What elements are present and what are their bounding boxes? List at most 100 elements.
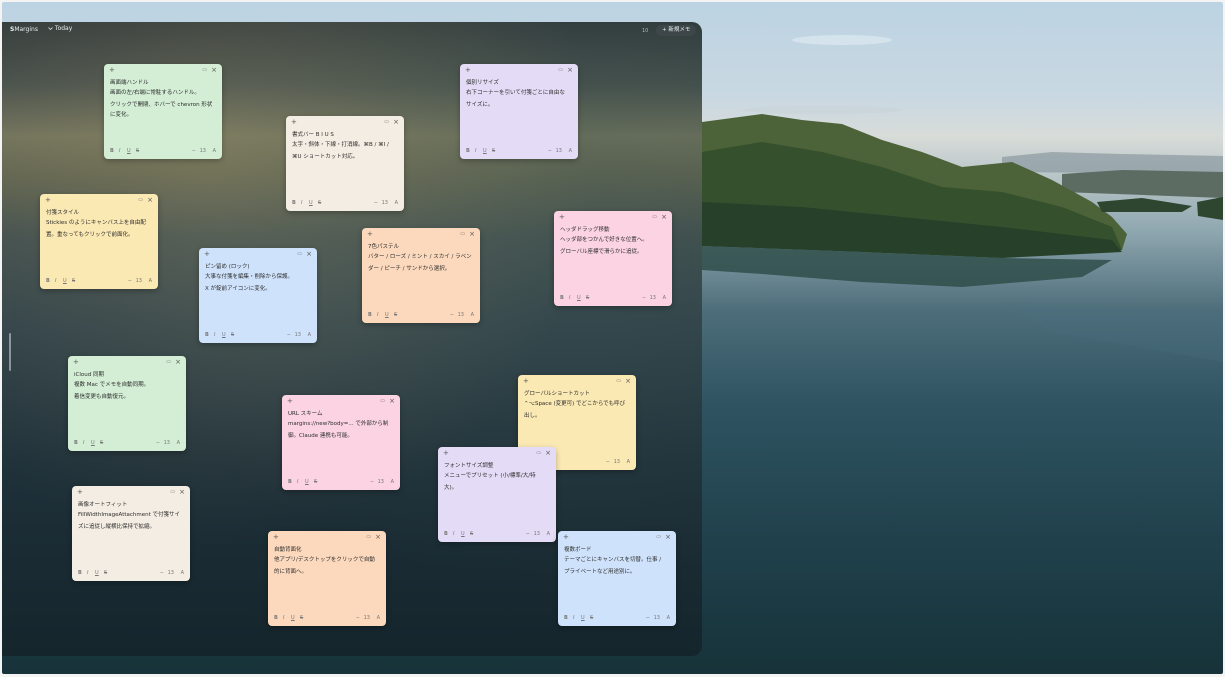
italic-button[interactable]: I — [301, 200, 302, 206]
edge-handle[interactable] — [9, 333, 11, 371]
note-body[interactable]: 書式バー B I U S 太字・斜体・下線・打消線。⌘B / ⌘I / ⌘U ショー… — [292, 131, 398, 163]
bold-button[interactable]: B — [46, 278, 50, 284]
note-body[interactable]: iCloud 同期 複数 Mac でメモを自動同期。 着信変更も自動復元。 — [74, 371, 180, 403]
underline-button[interactable]: U — [95, 570, 99, 576]
sticky-note[interactable]: + ▭ × フォントサイズ調整 メニューでプリセット (小/標準/大/特 大)。 B I U S −… — [438, 447, 556, 542]
sticky-note[interactable]: + ▭ × 7色パステル バター / ローズ / ミント / スカイ / ラベン ダー /… — [362, 228, 480, 323]
underline-button[interactable]: U — [91, 440, 95, 446]
italic-button[interactable]: I — [377, 312, 378, 318]
font-size-increase-button[interactable]: A — [663, 295, 666, 301]
strikethrough-button[interactable]: S — [470, 531, 473, 537]
add-note-icon[interactable]: + — [367, 230, 373, 238]
sticky-note[interactable]: + ▭ × 付箋スタイル Stickies のようにキャンバス上を自由配 置。重なってもク… — [40, 194, 158, 289]
strikethrough-button[interactable]: S — [300, 615, 303, 621]
underline-button[interactable]: U — [483, 148, 487, 154]
font-size-increase-button[interactable]: A — [308, 332, 311, 338]
underline-button[interactable]: U — [309, 200, 313, 206]
add-note-icon[interactable]: + — [73, 358, 79, 366]
pin-icon[interactable]: ▭ — [366, 534, 371, 540]
view-selector-button[interactable]: Today — [48, 25, 72, 32]
pin-icon[interactable]: ▭ — [536, 450, 541, 456]
underline-button[interactable]: U — [127, 148, 131, 154]
strikethrough-button[interactable]: S — [100, 440, 103, 446]
sticky-note[interactable]: + ▭ × iCloud 同期 複数 Mac でメモを自動同期。 着信変更も自動復元。 B I… — [68, 356, 186, 451]
close-icon[interactable]: × — [375, 533, 381, 541]
add-note-icon[interactable]: + — [523, 377, 529, 385]
font-size-decrease-button[interactable]: − — [642, 295, 646, 301]
sticky-note[interactable]: + ▭ × 自動背面化 他アプリ/デスクトップをクリックで自動 的に背面へ。 B I U S −13… — [268, 531, 386, 626]
add-note-icon[interactable]: + — [563, 533, 569, 541]
sticky-note[interactable]: + ▭ × 複数ボード テーマごとにキャンバスを切替。仕事 / プライベートなど用途別に。… — [558, 531, 676, 626]
bold-button[interactable]: B — [292, 200, 296, 206]
note-header[interactable]: + ▭ × — [554, 211, 672, 223]
close-icon[interactable]: × — [545, 449, 551, 457]
note-header[interactable]: + ▭ × — [438, 447, 556, 459]
pin-icon[interactable]: ▭ — [384, 119, 389, 125]
font-size-decrease-button[interactable]: − — [287, 332, 291, 338]
underline-button[interactable]: U — [305, 479, 309, 485]
font-size-decrease-button[interactable]: − — [192, 148, 196, 154]
font-size-increase-button[interactable]: A — [377, 615, 380, 621]
note-header[interactable]: + ▭ × — [518, 375, 636, 387]
sticky-note[interactable]: + ▭ × 個別リサイズ 右下コーナーを引いて付箋ごとに自由な サイズに。 B I U S −13 A — [460, 64, 578, 159]
italic-button[interactable]: I — [119, 148, 120, 154]
font-size-increase-button[interactable]: A — [667, 615, 670, 621]
font-size-increase-button[interactable]: A — [391, 479, 394, 485]
italic-button[interactable]: I — [453, 531, 454, 537]
font-size-increase-button[interactable]: A — [213, 148, 216, 154]
pin-icon[interactable]: ▭ — [656, 534, 661, 540]
close-icon[interactable]: × — [211, 66, 217, 74]
bold-button[interactable]: B — [560, 295, 564, 301]
strikethrough-button[interactable]: S — [104, 570, 107, 576]
add-note-icon[interactable]: + — [291, 118, 297, 126]
sticky-note[interactable]: + ▭ × 書式バー B I U S 太字・斜体・下線・打消線。⌘B / ⌘I / ⌘U … — [286, 116, 404, 211]
font-size-decrease-button[interactable]: − — [606, 459, 610, 465]
close-icon[interactable]: × — [306, 250, 312, 258]
close-icon[interactable]: × — [665, 533, 671, 541]
underline-button[interactable]: U — [577, 295, 581, 301]
font-size-increase-button[interactable]: A — [177, 440, 180, 446]
italic-button[interactable]: I — [475, 148, 476, 154]
note-body[interactable]: 個別リサイズ 右下コーナーを引いて付箋ごとに自由な サイズに。 — [466, 79, 572, 111]
close-icon[interactable]: × — [389, 397, 395, 405]
strikethrough-button[interactable]: S — [231, 332, 234, 338]
add-note-icon[interactable]: + — [559, 213, 565, 221]
add-note-icon[interactable]: + — [273, 533, 279, 541]
font-size-increase-button[interactable]: A — [627, 459, 630, 465]
font-size-decrease-button[interactable]: − — [128, 278, 132, 284]
note-body[interactable]: ピン留め (ロック) 大事な付箋を編集・削除から保護。 X が錠前アイコンに変化。 — [205, 263, 311, 295]
add-note-icon[interactable]: + — [287, 397, 293, 405]
add-note-icon[interactable]: + — [109, 66, 115, 74]
strikethrough-button[interactable]: S — [586, 295, 589, 301]
note-header[interactable]: + ▭ × — [558, 531, 676, 543]
bold-button[interactable]: B — [74, 440, 78, 446]
pin-icon[interactable]: ▭ — [166, 359, 171, 365]
strikethrough-button[interactable]: S — [590, 615, 593, 621]
font-size-increase-button[interactable]: A — [395, 200, 398, 206]
font-size-decrease-button[interactable]: − — [356, 615, 360, 621]
close-icon[interactable]: × — [175, 358, 181, 366]
note-header[interactable]: + ▭ × — [362, 228, 480, 240]
pin-icon[interactable]: ▭ — [138, 197, 143, 203]
pin-icon[interactable]: ▭ — [170, 489, 175, 495]
note-header[interactable]: + ▭ × — [282, 395, 400, 407]
new-note-button[interactable]: + 新規メモ — [656, 25, 697, 36]
font-size-increase-button[interactable]: A — [569, 148, 572, 154]
strikethrough-button[interactable]: S — [318, 200, 321, 206]
add-note-icon[interactable]: + — [465, 66, 471, 74]
note-body[interactable]: 画像オートフィット FillWidthImageAttachment で付箋サイズ… — [78, 501, 184, 533]
strikethrough-button[interactable]: S — [314, 479, 317, 485]
font-size-increase-button[interactable]: A — [547, 531, 550, 537]
note-header[interactable]: + ▭ × — [104, 64, 222, 76]
font-size-decrease-button[interactable]: − — [370, 479, 374, 485]
note-body[interactable]: 複数ボード テーマごとにキャンバスを切替。仕事 / プライベートなど用途別に。 — [564, 546, 670, 578]
close-icon[interactable]: × — [567, 66, 573, 74]
note-body[interactable]: URL スキーム margins://new?body=... で外部から制 御。C… — [288, 410, 394, 442]
font-size-decrease-button[interactable]: − — [374, 200, 378, 206]
font-size-decrease-button[interactable]: − — [156, 440, 160, 446]
note-header[interactable]: + ▭ × — [199, 248, 317, 260]
close-icon[interactable]: × — [469, 230, 475, 238]
note-body[interactable]: グローバルショートカット ⌃⌥Space (変更可) でどこからでも呼び 出し。 — [524, 390, 630, 422]
note-header[interactable]: + ▭ × — [40, 194, 158, 206]
font-size-increase-button[interactable]: A — [149, 278, 152, 284]
